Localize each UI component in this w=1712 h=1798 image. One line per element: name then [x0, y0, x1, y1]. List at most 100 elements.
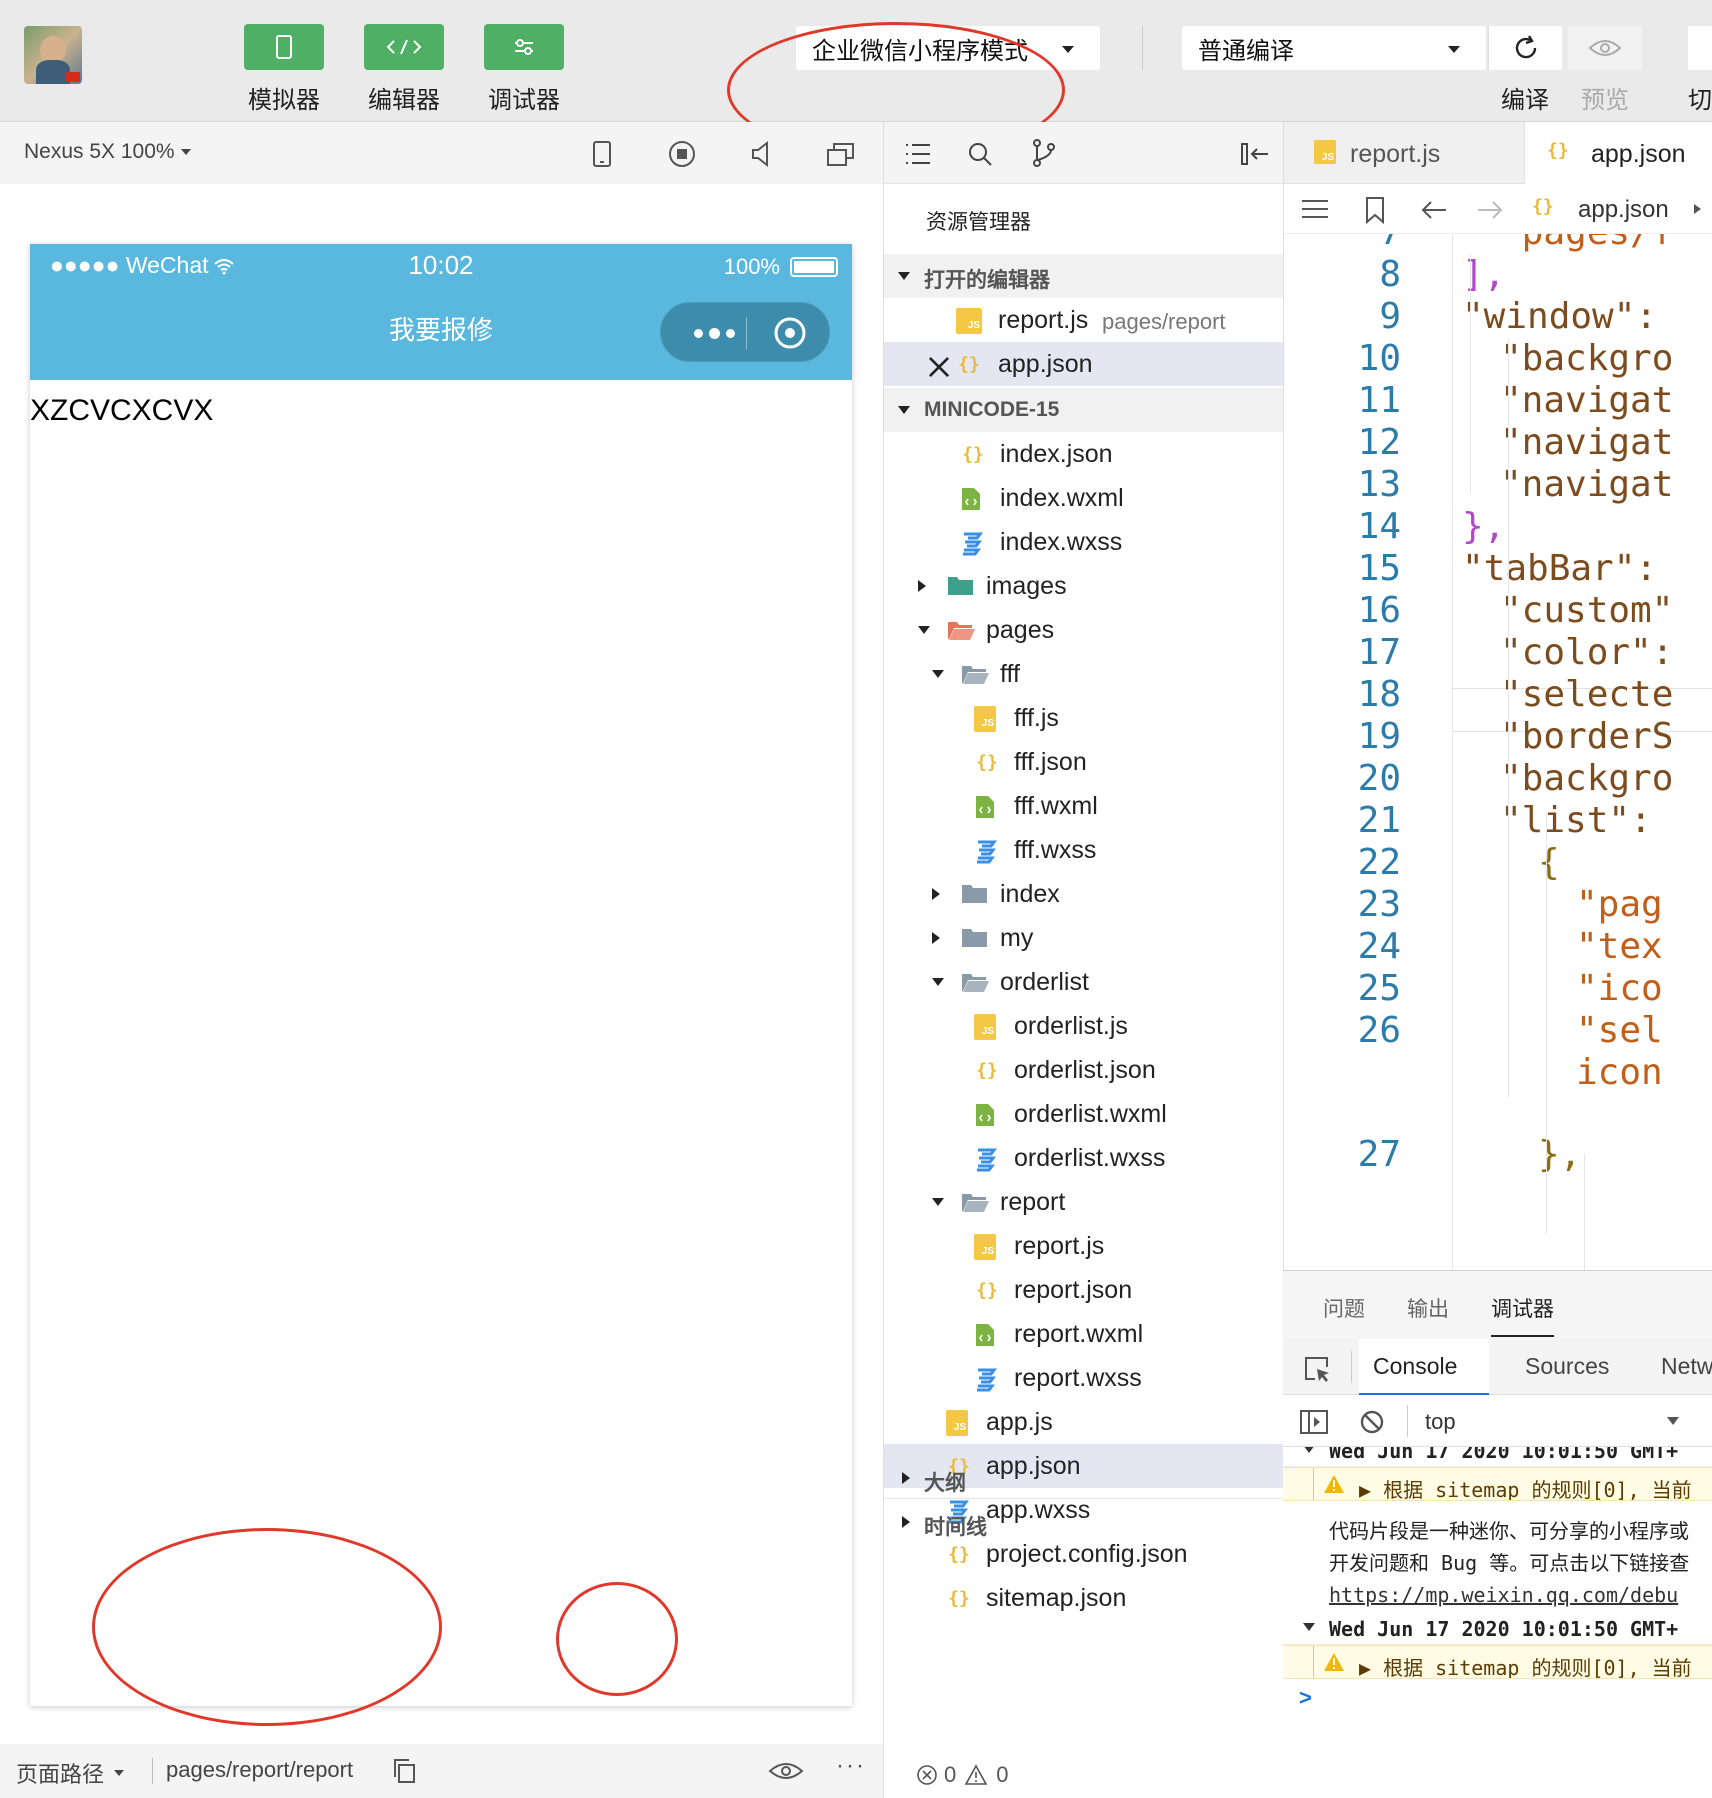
- json-file-icon: {}: [958, 354, 980, 375]
- compile-select[interactable]: 普通编译: [1182, 26, 1486, 70]
- tree-file[interactable]: {} orderlist.json: [884, 1048, 1284, 1092]
- tab-output[interactable]: 输出: [1407, 1293, 1449, 1323]
- eye-icon[interactable]: [768, 1760, 804, 1782]
- tree-file[interactable]: fff.wxss: [884, 828, 1284, 872]
- bookmark-icon[interactable]: [1364, 196, 1386, 224]
- console-entry[interactable]: ▶ 根据 sitemap 的规则[0], 当前: [1283, 1467, 1712, 1501]
- more-icon[interactable]: [679, 303, 749, 363]
- divider: [152, 1758, 153, 1784]
- console-entry[interactable]: ▶ 根据 sitemap 的规则[0], 当前: [1283, 1645, 1712, 1679]
- console-entry[interactable]: 代码片段是一种迷你、可分享的小程序或: [1283, 1509, 1712, 1543]
- tree-file[interactable]: orderlist.wxss: [884, 1136, 1284, 1180]
- editor-label: 编辑器: [368, 87, 440, 114]
- tree-file[interactable]: {} fff.json: [884, 740, 1284, 784]
- tab-sources[interactable]: Sources: [1525, 1353, 1609, 1380]
- project-header[interactable]: MINICODE-15: [884, 388, 1284, 432]
- tab-problems[interactable]: 问题: [1323, 1293, 1365, 1323]
- page-path-select[interactable]: 页面路径: [16, 1757, 125, 1789]
- indent-guide: [1470, 254, 1471, 494]
- tree-file[interactable]: JS fff.js: [884, 696, 1284, 740]
- arrow-right-icon[interactable]: [1476, 200, 1504, 220]
- tree-file[interactable]: fff.wxml: [884, 784, 1284, 828]
- clear-console-icon[interactable]: [1359, 1409, 1385, 1435]
- console-toolbar: top: [1283, 1395, 1712, 1447]
- tree-file[interactable]: JS orderlist.js: [884, 1004, 1284, 1048]
- line-number: 20: [1357, 758, 1401, 799]
- json-file-icon: {}: [976, 752, 998, 773]
- switch-label: 切: [1688, 87, 1712, 114]
- inspect-icon[interactable]: [1303, 1355, 1331, 1383]
- popout-icon[interactable]: [826, 140, 856, 168]
- tree-folder[interactable]: index: [884, 872, 1284, 916]
- open-editors-header[interactable]: 打开的编辑器: [884, 254, 1284, 298]
- indent-guide: [1546, 814, 1547, 1234]
- compile-button[interactable]: [1488, 26, 1562, 70]
- tree-file[interactable]: {} index.json: [884, 432, 1284, 476]
- chevron-down-icon: [1062, 46, 1074, 53]
- code-line: icon: [1576, 1052, 1663, 1093]
- tree-folder[interactable]: report: [884, 1180, 1284, 1224]
- switch-button[interactable]: [1688, 26, 1712, 70]
- tree-file[interactable]: JS report.js: [884, 1224, 1284, 1268]
- tree-file[interactable]: orderlist.wxml: [884, 1092, 1284, 1136]
- search-icon[interactable]: [966, 140, 994, 168]
- git-branch-icon[interactable]: [1030, 138, 1058, 168]
- sidebar-toggle-icon[interactable]: [1299, 1409, 1329, 1435]
- stop-icon[interactable]: [667, 139, 697, 169]
- outline-header[interactable]: 大纲: [884, 1456, 1284, 1500]
- console-entry[interactable]: https://mp.weixin.qq.com/debu: [1283, 1577, 1712, 1611]
- tree-folder[interactable]: my: [884, 916, 1284, 960]
- console-entry[interactable]: Wed Jun 17 2020 10:01:50 GMT+: [1283, 1447, 1712, 1467]
- console-prompt[interactable]: >: [1299, 1685, 1312, 1711]
- copy-icon[interactable]: [392, 1758, 416, 1784]
- phone-icon[interactable]: [592, 140, 612, 168]
- code-area[interactable]: 7 "pages/f 8], 9 "window": 10 "backgro 11 "navig…: [1284, 234, 1712, 1270]
- file-label: orderlist.json: [1014, 1056, 1156, 1084]
- tab-debugger[interactable]: 调试器: [1491, 1293, 1554, 1337]
- tree-file[interactable]: index.wxss: [884, 520, 1284, 564]
- open-editor-item[interactable]: {} app.json: [884, 342, 1284, 386]
- open-editor-item[interactable]: JS report.js pages/report: [884, 298, 1284, 342]
- tree-file[interactable]: {} report.json: [884, 1268, 1284, 1312]
- collapse-panel-icon[interactable]: [1240, 142, 1270, 166]
- context-select[interactable]: top: [1425, 1409, 1456, 1435]
- timeline-header[interactable]: 时间线: [884, 1500, 1284, 1544]
- chevron-down-icon: [898, 406, 910, 414]
- tab-app-json[interactable]: {} app.json: [1524, 122, 1712, 185]
- breadcrumb[interactable]: app.json: [1578, 196, 1669, 224]
- js-file-icon: JS: [946, 1410, 968, 1436]
- tree-folder[interactable]: orderlist: [884, 960, 1284, 1004]
- arrow-left-icon[interactable]: [1420, 200, 1448, 220]
- debugger-button[interactable]: [484, 24, 564, 70]
- editor-button[interactable]: [364, 24, 444, 70]
- tree-folder[interactable]: images: [884, 564, 1284, 608]
- list-icon[interactable]: [1300, 198, 1330, 220]
- timeline-title: 时间线: [924, 1516, 987, 1539]
- tree-file[interactable]: report.wxss: [884, 1356, 1284, 1400]
- simulator-button[interactable]: [244, 24, 324, 70]
- user-avatar[interactable]: [24, 26, 82, 84]
- problems-status[interactable]: 0 0: [916, 1762, 1009, 1788]
- tree-file[interactable]: JS app.js: [884, 1400, 1284, 1444]
- close-circle-icon[interactable]: [773, 316, 807, 350]
- close-icon[interactable]: [926, 354, 952, 380]
- device-select[interactable]: Nexus 5X 100%: [24, 140, 191, 164]
- more-icon[interactable]: ···: [836, 1752, 866, 1780]
- list-icon[interactable]: [904, 142, 932, 166]
- file-label: app.js: [986, 1408, 1053, 1436]
- tree-folder[interactable]: pages: [884, 608, 1284, 652]
- tab-console[interactable]: Console: [1359, 1339, 1489, 1395]
- warning-icon: [964, 1764, 988, 1785]
- tab-network[interactable]: Netw: [1661, 1353, 1712, 1380]
- wxml-file-icon: [974, 1322, 1000, 1348]
- speaker-icon[interactable]: [749, 140, 775, 168]
- console-entry[interactable]: 开发问题和 Bug 等。可点击以下链接查: [1283, 1541, 1712, 1575]
- editor-tabs: JS report.js {} app.json: [1284, 122, 1712, 185]
- tree-file[interactable]: {} sitemap.json: [884, 1576, 1284, 1620]
- console-entry[interactable]: Wed Jun 17 2020 10:01:50 GMT+: [1283, 1611, 1712, 1645]
- tree-folder[interactable]: fff: [884, 652, 1284, 696]
- preview-button[interactable]: [1568, 26, 1642, 70]
- tab-report-js[interactable]: JS report.js: [1284, 122, 1524, 184]
- tree-file[interactable]: index.wxml: [884, 476, 1284, 520]
- tree-file[interactable]: report.wxml: [884, 1312, 1284, 1356]
